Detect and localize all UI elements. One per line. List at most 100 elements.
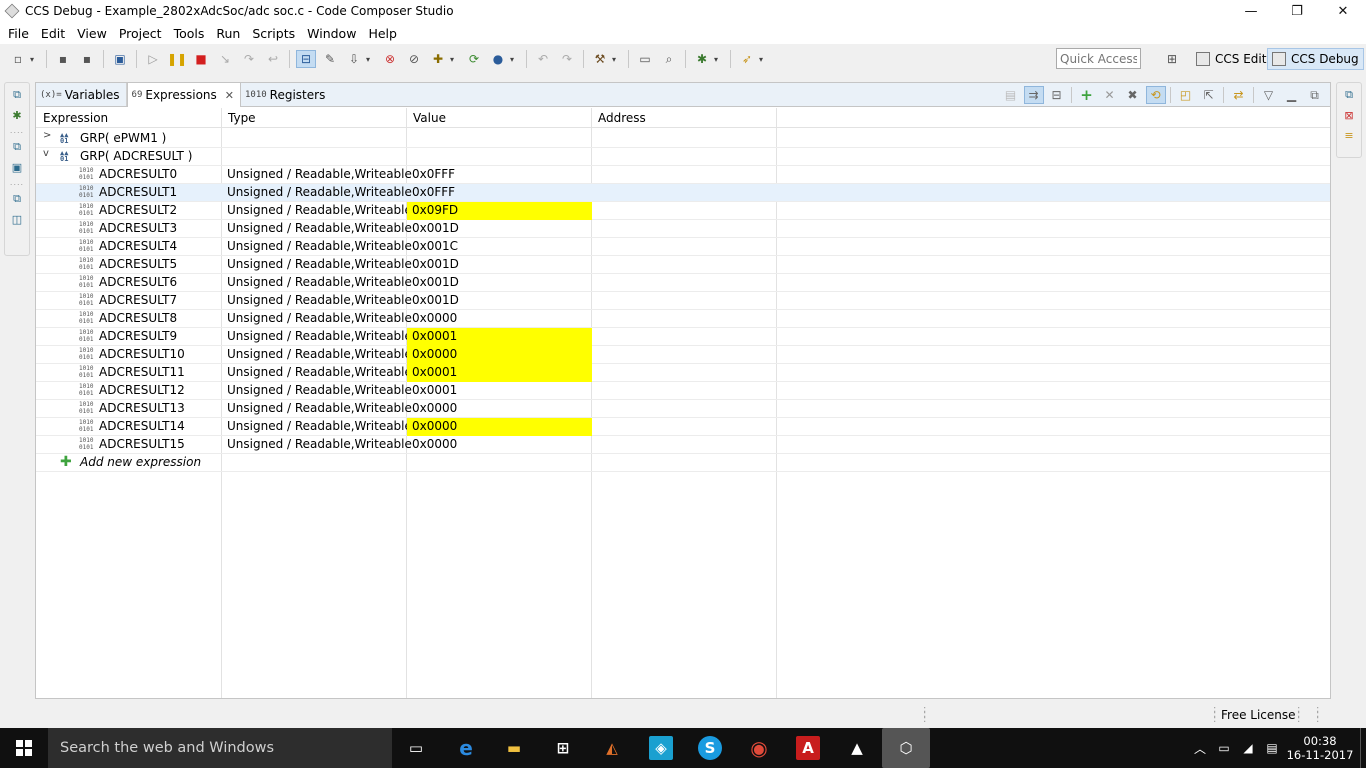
group-row-epwm1[interactable]: > ▲▲ 01 GRP( ePWM1 )	[36, 130, 1330, 148]
bug-dropdown-icon[interactable]: ▾	[714, 55, 722, 64]
task-view-icon[interactable]: ▭	[404, 736, 428, 760]
new-group-icon[interactable]: ◰	[1176, 86, 1196, 104]
tab-expressions[interactable]: 69 Expressions ✕	[126, 83, 241, 107]
menu-scripts[interactable]: Scripts	[246, 26, 301, 41]
expand-chevron-icon[interactable]: >	[43, 130, 51, 141]
table-row[interactable]: 1010 0101 ADCRESULT15 Unsigned / Readable,W…	[36, 436, 1330, 454]
disassembly-icon[interactable]: ⊠	[1341, 107, 1357, 123]
save-icon[interactable]: ▪	[53, 50, 73, 68]
expression-value[interactable]: 0x09FD	[407, 202, 592, 220]
table-row[interactable]: 1010 0101 ADCRESULT10 Unsigned / Readable,W…	[36, 346, 1330, 364]
step-into-icon[interactable]: ↘	[215, 50, 235, 68]
expression-value[interactable]: 0x0001	[407, 328, 592, 346]
remove-breakpoints-icon[interactable]: ⊘	[404, 50, 424, 68]
table-row[interactable]: 1010 0101 ADCRESULT5 Unsigned / Readable,Wr…	[36, 256, 1330, 274]
expression-value[interactable]: 0x001C	[407, 238, 592, 256]
connect-target-icon[interactable]: ⊟	[296, 50, 316, 68]
group-row-adcresult[interactable]: v ▲▲ 01 GRP( ADCRESULT )	[36, 148, 1330, 166]
build-icon[interactable]: ✚	[428, 50, 448, 68]
expression-value[interactable]: 0x0000	[407, 310, 592, 328]
table-row[interactable]: 1010 0101 ADCRESULT12 Unsigned / Readable,W…	[36, 382, 1330, 400]
skype-icon[interactable]: S	[698, 736, 722, 760]
tab-variables[interactable]: (x)= Variables	[36, 83, 127, 106]
chrome-icon[interactable]: ◉	[747, 736, 771, 760]
table-row[interactable]: 1010 0101 ADCRESULT13 Unsigned / Readable,W…	[36, 400, 1330, 418]
file-explorer-icon[interactable]: ▬	[502, 736, 526, 760]
close-tab-icon[interactable]: ✕	[225, 89, 234, 102]
continuous-refresh-icon[interactable]: ⇄	[1229, 86, 1249, 104]
restore-icon[interactable]: ⧉	[9, 87, 25, 103]
breakpoint-icon[interactable]: ⊗	[380, 50, 400, 68]
menu-window[interactable]: Window	[301, 26, 362, 41]
battery-icon[interactable]: ▭	[1212, 741, 1236, 755]
debug-bug-icon[interactable]: ✱	[9, 107, 25, 123]
expression-value[interactable]: 0x0000	[407, 346, 592, 364]
collapse-chevron-icon[interactable]: v	[43, 148, 49, 159]
open-perspective-icon[interactable]: ⊞	[1162, 50, 1182, 68]
edge-browser-icon[interactable]: e	[454, 736, 478, 760]
wifi-icon[interactable]: ◢	[1236, 741, 1260, 755]
show-desktop-button[interactable]	[1360, 728, 1366, 768]
save-all-icon[interactable]: ▪	[77, 50, 97, 68]
expression-value[interactable]: 0x0FFF	[407, 184, 592, 202]
expression-value[interactable]: 0x001D	[407, 292, 592, 310]
remove-all-icon[interactable]: ✖	[1123, 86, 1143, 104]
table-row[interactable]: 1010 0101 ADCRESULT0 Unsigned / Readable,Wr…	[36, 166, 1330, 184]
debug-icon[interactable]: ⟳	[464, 50, 484, 68]
menu-help[interactable]: Help	[362, 26, 403, 41]
menu-view[interactable]: View	[71, 26, 113, 41]
outline-icon[interactable]: ◫	[9, 211, 25, 227]
load-dropdown-icon[interactable]: ▾	[366, 55, 374, 64]
add-new-expression-row[interactable]: ✚ Add new expression	[36, 454, 1330, 472]
memory-browser-icon[interactable]: ≡	[1341, 127, 1357, 143]
restore-icon[interactable]: ⧉	[9, 139, 25, 155]
restore-icon[interactable]: ⧉	[1341, 87, 1357, 103]
photos-icon[interactable]: ▲	[845, 736, 869, 760]
license-status[interactable]: Free License	[1221, 708, 1296, 722]
store-icon[interactable]: ⊞	[551, 736, 575, 760]
menu-tools[interactable]: Tools	[168, 26, 211, 41]
load-program-icon[interactable]: ⇩	[344, 50, 364, 68]
perspective-ccs-edit[interactable]: CCS Edit	[1192, 48, 1270, 70]
collapse-all-icon[interactable]: ⊟	[1047, 86, 1067, 104]
minimize-button[interactable]: —	[1228, 0, 1274, 22]
maximize-button[interactable]: ❐	[1274, 0, 1320, 22]
step-over-icon[interactable]: ↷	[239, 50, 259, 68]
table-row[interactable]: 1010 0101 ADCRESULT7 Unsigned / Readable,Wr…	[36, 292, 1330, 310]
menu-project[interactable]: Project	[113, 26, 168, 41]
menu-edit[interactable]: Edit	[35, 26, 71, 41]
expression-value[interactable]: 0x0000	[407, 436, 592, 454]
suspend-icon[interactable]: ❚❚	[167, 50, 187, 68]
expression-value[interactable]: 0x0FFF	[407, 166, 592, 184]
console-icon[interactable]: ▣	[9, 159, 25, 175]
expression-value[interactable]: 0x0000	[407, 418, 592, 436]
column-header-type[interactable]: Type	[228, 111, 256, 125]
build-dropdown-icon[interactable]: ▾	[450, 55, 458, 64]
table-row[interactable]: 1010 0101 ADCRESULT3 Unsigned / Readable,Wr…	[36, 220, 1330, 238]
app-icon-blue[interactable]: ◈	[649, 736, 673, 760]
expression-value[interactable]: 0x0000	[407, 400, 592, 418]
code-composer-taskbar-icon[interactable]: ⬡	[882, 728, 930, 768]
table-row[interactable]: 1010 0101 ADCRESULT8 Unsigned / Readable,Wr…	[36, 310, 1330, 328]
run-dropdown-icon[interactable]: ▾	[510, 55, 518, 64]
disconnect-icon[interactable]: ✎	[320, 50, 340, 68]
show-hidden-icons-icon[interactable]: ︿	[1188, 740, 1212, 757]
remove-icon[interactable]: ✕	[1100, 86, 1120, 104]
external-tools-dropdown-icon[interactable]: ▾	[759, 55, 767, 64]
expression-value[interactable]: 0x0001	[407, 382, 592, 400]
show-logical-structure-icon[interactable]: ⇉	[1023, 86, 1044, 104]
restore-icon[interactable]: ⧉	[9, 191, 25, 207]
expression-value[interactable]: 0x001D	[407, 274, 592, 292]
start-button[interactable]	[0, 728, 48, 768]
export-icon[interactable]: ⇱	[1199, 86, 1219, 104]
expression-value[interactable]: 0x0001	[407, 364, 592, 382]
table-row[interactable]: 1010 0101 ADCRESULT4 Unsigned / Readable,Wr…	[36, 238, 1330, 256]
maximize-view-icon[interactable]: ⧉	[1305, 86, 1325, 104]
table-row[interactable]: 1010 0101 ADCRESULT1 Unsigned / Readable,Wr…	[36, 184, 1330, 202]
menu-file[interactable]: File	[2, 26, 35, 41]
show-type-names-icon[interactable]: ▤	[1001, 86, 1021, 104]
column-header-address[interactable]: Address	[598, 111, 646, 125]
quick-access-input[interactable]	[1056, 48, 1141, 69]
step-back-icon[interactable]: ↶	[533, 50, 553, 68]
new-dropdown-icon[interactable]: ▾	[30, 55, 38, 64]
